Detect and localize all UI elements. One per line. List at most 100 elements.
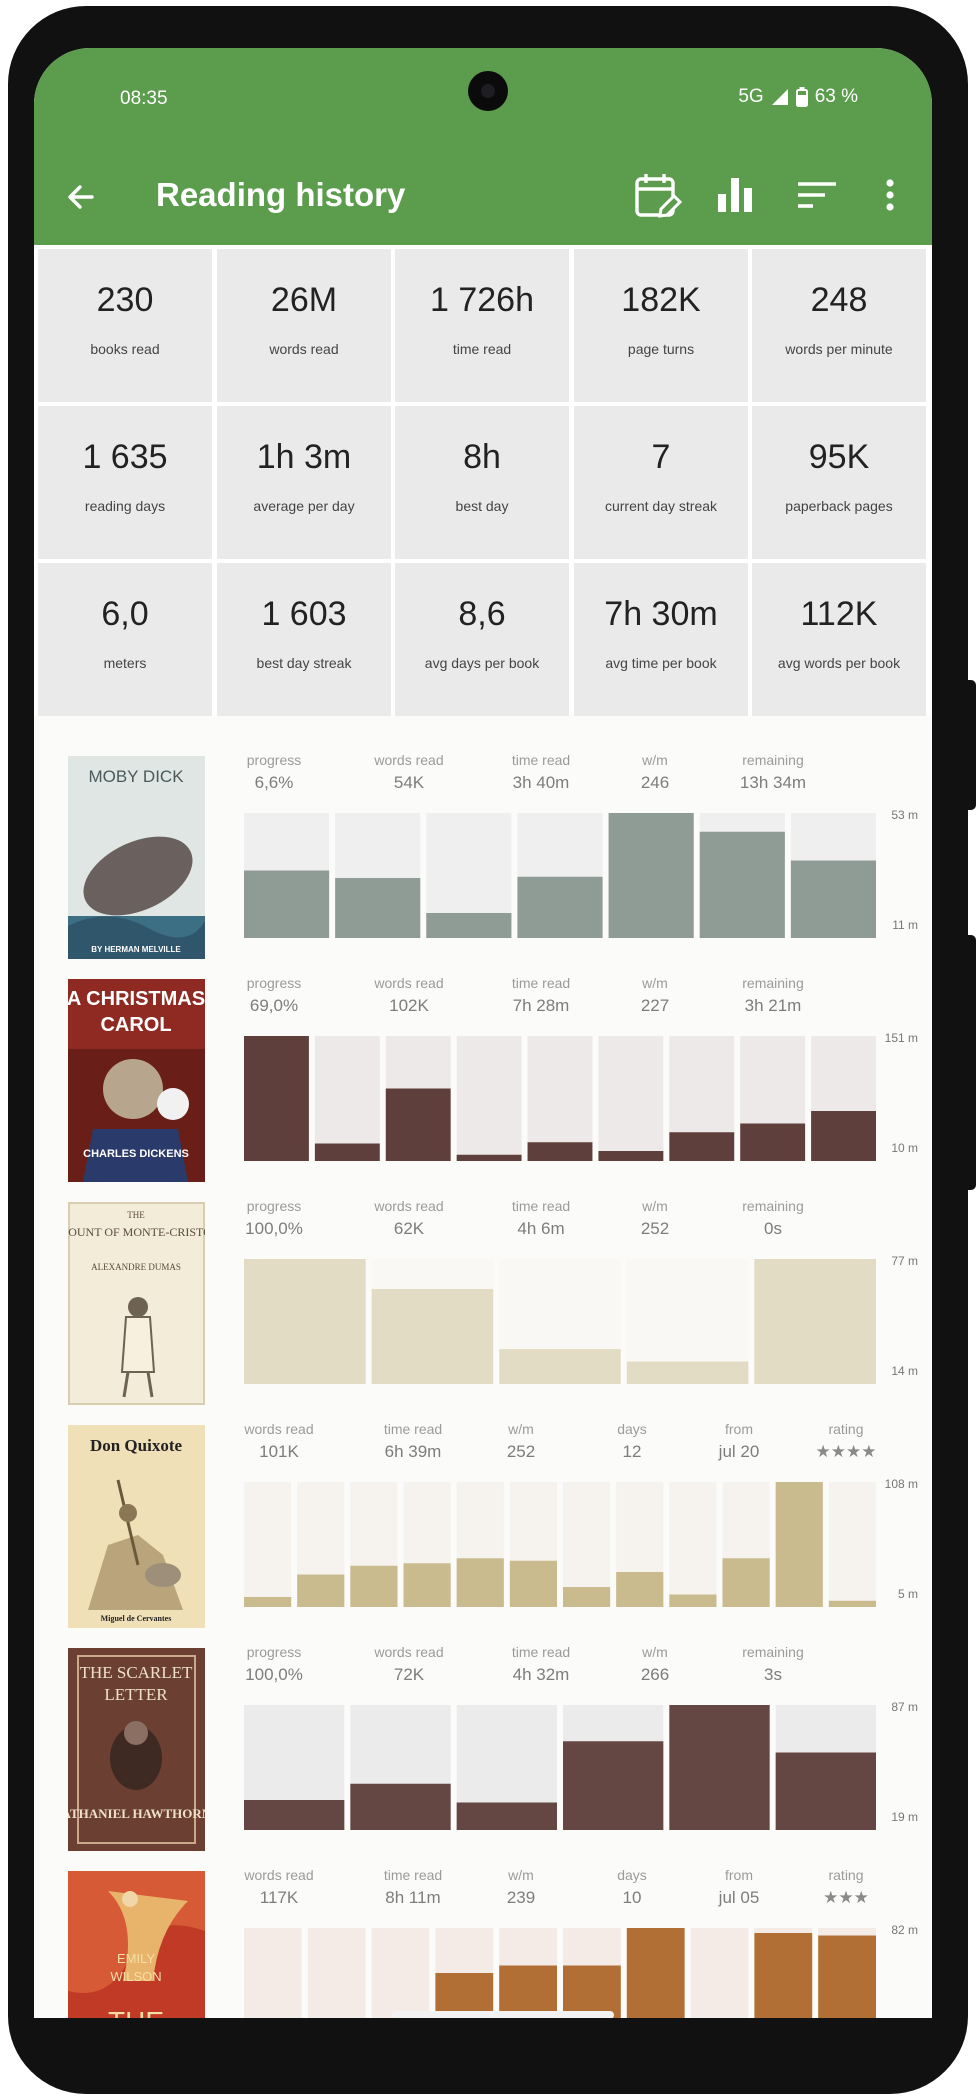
session-bar[interactable] [244, 1259, 366, 1384]
session-bar[interactable] [669, 1036, 735, 1161]
cover-title-line: LETTER [104, 1685, 168, 1704]
session-bar[interactable] [335, 813, 421, 938]
session-bar[interactable] [244, 813, 330, 938]
home-indicator[interactable] [392, 2011, 614, 2018]
book-metric: words read 101K [214, 1421, 344, 1462]
session-bar[interactable] [811, 1036, 876, 1161]
book-metric: progress 100,0% [209, 1644, 339, 1685]
book-metric: progress 69,0% [209, 975, 339, 1016]
cover-title-line: A CHRISTMAS [68, 988, 205, 1010]
book-cover[interactable]: Don Quixote Miguel de Cervantes [68, 1425, 205, 1628]
session-bar[interactable] [754, 1928, 813, 2018]
metric-label: w/m [642, 1198, 668, 1214]
stat-tile: 8,6 avg days per book [395, 563, 569, 716]
book-row[interactable]: THE SCARLET LETTER NATHANIEL HAWTHORNE prog… [34, 1640, 932, 1862]
status-time: 08:35 [120, 88, 168, 109]
book-row[interactable]: A CHRISTMAS CAROL CHARLES DICKENS progress 6… [34, 971, 932, 1193]
bar-fill [754, 1933, 813, 2018]
session-bar[interactable] [456, 1482, 504, 1607]
session-bar[interactable] [563, 1705, 664, 1830]
session-bar[interactable] [790, 813, 876, 938]
session-bar[interactable] [616, 1482, 664, 1607]
session-bar[interactable] [426, 813, 512, 938]
session-bar[interactable] [828, 1482, 876, 1607]
session-bar[interactable] [669, 1482, 717, 1607]
stat-label: best day [455, 498, 509, 514]
book-metric: remaining 13h 34m [708, 752, 838, 793]
session-bar[interactable] [499, 1928, 557, 2018]
session-bar[interactable] [371, 1259, 494, 1384]
session-bar[interactable] [350, 1705, 451, 1830]
book-row[interactable]: THE COUNT OF MONTE-CRISTO ALEXANDRE DUMAS p… [34, 1194, 932, 1416]
session-bar[interactable] [350, 1482, 398, 1607]
session-bar[interactable] [385, 1036, 451, 1161]
session-bar[interactable] [527, 1036, 593, 1161]
metric-value: 252 [640, 1219, 670, 1238]
stats-grid: 230 books read 26M words read 1 726h time rea… [34, 245, 932, 716]
book-cover[interactable]: THE SCARLET LETTER NATHANIEL HAWTHORNE [68, 1648, 205, 1851]
book-metric: w/m 246 [590, 752, 720, 793]
bar-fill [669, 1594, 717, 1607]
session-bar[interactable] [403, 1482, 451, 1607]
stat-value: 1 603 [261, 595, 347, 633]
bar-fill [314, 1143, 380, 1161]
session-bar[interactable] [699, 813, 785, 938]
session-bar[interactable] [371, 1928, 430, 2018]
book-cover[interactable]: MOBY DICK BY HERMAN MELVILLE [68, 756, 205, 959]
session-bar[interactable] [244, 1482, 292, 1607]
signal-icon [771, 89, 788, 105]
session-bar[interactable] [435, 1928, 494, 2018]
session-bar[interactable] [669, 1705, 770, 1830]
session-bar[interactable] [456, 1036, 522, 1161]
stat-tile: 7 current day streak [574, 406, 748, 559]
bar-fill [608, 813, 694, 938]
screen: 08:35 5G 63 % Reading history 230 books … [34, 48, 932, 2018]
book-row[interactable]: EMILYWILSONTHEILIADwords read117Ktime re… [34, 1863, 932, 2018]
session-bar[interactable] [608, 813, 694, 938]
more-vert-icon[interactable] [884, 178, 896, 212]
session-bar[interactable] [307, 1928, 366, 2018]
stat-tile: 1 603 best day streak [217, 563, 391, 716]
session-bar[interactable] [314, 1036, 380, 1161]
session-bar[interactable] [244, 1705, 345, 1830]
session-bar[interactable] [775, 1482, 823, 1607]
session-bar[interactable] [297, 1482, 345, 1607]
back-arrow-icon[interactable] [64, 180, 98, 214]
session-bar[interactable] [509, 1482, 557, 1607]
session-bar[interactable] [754, 1259, 876, 1384]
bar-fill [818, 1935, 876, 2018]
session-bar[interactable] [563, 1928, 621, 2018]
book-metric: remaining 3h 21m [708, 975, 838, 1016]
book-cover[interactable]: THE COUNT OF MONTE-CRISTO ALEXANDRE DUMAS [68, 1202, 205, 1405]
session-bar[interactable] [690, 1928, 749, 2018]
session-bar[interactable] [499, 1259, 621, 1384]
session-bar[interactable] [244, 1036, 309, 1161]
stat-label: avg time per book [605, 655, 717, 671]
session-bar[interactable] [818, 1928, 876, 2018]
cover-title-line: CAROL [100, 1014, 171, 1036]
book-cover[interactable]: A CHRISTMAS CAROL CHARLES DICKENS [68, 979, 205, 1182]
bar-fill [499, 1349, 621, 1384]
sort-icon[interactable] [796, 180, 838, 210]
session-bar[interactable] [626, 1928, 685, 2018]
session-bar[interactable] [244, 1928, 302, 2018]
metric-label: w/m [642, 1644, 668, 1660]
session-bar[interactable] [740, 1036, 806, 1161]
session-bar[interactable] [775, 1705, 876, 1830]
bar-fill [828, 1600, 876, 1607]
session-bar[interactable] [456, 1705, 557, 1830]
metric-value: 6,6% [254, 773, 294, 792]
session-bar[interactable] [598, 1036, 664, 1161]
book-row[interactable]: Don Quixote Miguel de Cervantes words read… [34, 1417, 932, 1639]
session-bar[interactable] [722, 1482, 770, 1607]
book-cover[interactable]: EMILYWILSONTHEILIAD [68, 1871, 205, 2018]
calendar-edit-icon[interactable] [634, 172, 682, 222]
book-row[interactable]: MOBY DICK BY HERMAN MELVILLE progress 6,6% w… [34, 748, 932, 970]
session-bar[interactable] [626, 1259, 749, 1384]
bar-chart-icon[interactable] [716, 176, 754, 214]
session-bar[interactable] [563, 1482, 611, 1607]
session-bar[interactable] [517, 813, 603, 938]
bar-fill [790, 860, 876, 938]
bar-track [669, 1482, 717, 1607]
stat-value: 182K [621, 281, 701, 319]
